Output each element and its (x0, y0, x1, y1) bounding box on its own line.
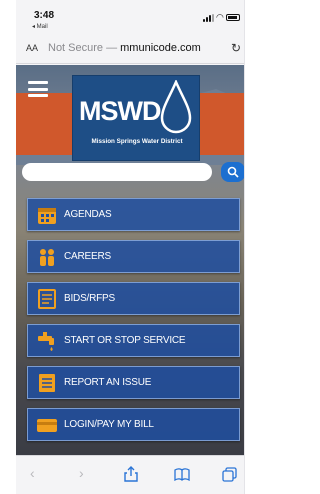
menu-item-start-stop-service[interactable]: START OR STOP SERVICE (27, 324, 240, 357)
url-security-label: Not Secure — (48, 42, 121, 54)
address-bar[interactable]: AA Not Secure — mmunicode.com ↻ (16, 34, 245, 64)
phone-screen: 3:48 ◂ Mail ◠ AA Not Secure — mmunicode.… (16, 0, 245, 494)
status-bar: 3:48 ◂ Mail ◠ (16, 0, 245, 34)
logo-wordmark: MSWD (79, 96, 161, 126)
search-input[interactable] (22, 163, 212, 181)
faucet-icon (38, 332, 54, 351)
document-icon (38, 289, 56, 309)
forward-icon[interactable]: › (79, 465, 84, 481)
search-button[interactable] (221, 162, 245, 182)
credit-card-icon (37, 419, 57, 432)
menu-item-report-issue[interactable]: REPORT AN ISSUE (27, 366, 240, 399)
menu-item-label: START OR STOP SERVICE (64, 335, 186, 346)
status-time: 3:48 (34, 10, 55, 21)
water-drop-icon (160, 80, 192, 134)
people-icon (40, 249, 54, 266)
web-page: MSWD Mission Springs Water District AGEN… (16, 65, 245, 455)
menu-item-login-pay-bill[interactable]: LOGIN/PAY MY BILL (27, 408, 240, 441)
reload-icon[interactable]: ↻ (231, 41, 241, 55)
back-icon[interactable]: ‹ (30, 465, 35, 481)
signal-icon (203, 14, 215, 22)
share-icon[interactable] (124, 466, 138, 482)
calendar-icon (38, 208, 56, 224)
tabs-icon[interactable] (222, 467, 237, 482)
hamburger-menu-icon[interactable] (28, 81, 48, 97)
mswd-logo[interactable]: MSWD Mission Springs Water District (72, 75, 200, 161)
wifi-icon: ◠ (216, 12, 224, 22)
search-icon (227, 166, 239, 178)
back-to-app-link[interactable]: ◂ Mail (32, 23, 48, 30)
menu-item-label: AGENDAS (64, 209, 112, 220)
url-host: mmunicode.com (120, 42, 201, 54)
url-text[interactable]: Not Secure — mmunicode.com (48, 42, 201, 54)
menu-item-agendas[interactable]: AGENDAS (27, 198, 240, 231)
menu-item-careers[interactable]: CAREERS (27, 240, 240, 273)
report-icon (39, 374, 55, 392)
menu-item-label: REPORT AN ISSUE (64, 377, 152, 388)
reader-settings-button[interactable]: AA (26, 43, 38, 53)
bookmarks-icon[interactable] (174, 468, 190, 481)
logo-subtitle: Mission Springs Water District (91, 138, 183, 145)
battery-icon (226, 14, 240, 21)
menu-item-label: LOGIN/PAY MY BILL (64, 419, 154, 430)
browser-toolbar: ‹ › (16, 455, 245, 494)
screen-edge (244, 0, 245, 494)
menu-item-label: CAREERS (64, 251, 111, 262)
menu-item-label: BIDS/RFPS (64, 293, 115, 304)
menu-item-bids-rfps[interactable]: BIDS/RFPS (27, 282, 240, 315)
